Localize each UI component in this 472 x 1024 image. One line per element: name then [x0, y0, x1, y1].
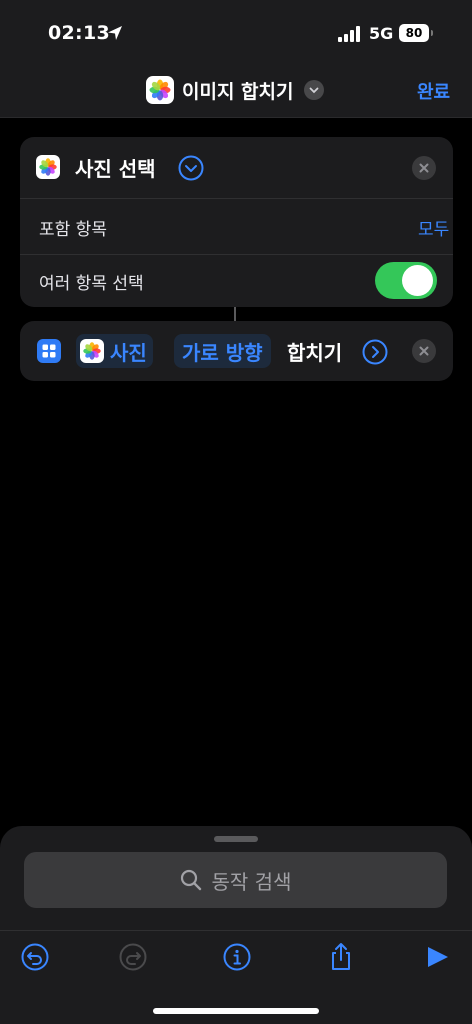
- redo-icon[interactable]: [118, 942, 148, 972]
- battery-tip: [431, 30, 433, 36]
- top-bar: 02:13 5G 80 이미지 합치기 완료: [0, 0, 472, 118]
- photos-parameter[interactable]: 사진: [76, 334, 153, 368]
- multi-select-row: 여러 항목 선택: [20, 255, 453, 307]
- battery-level: 80: [399, 24, 429, 42]
- grid-icon: [37, 339, 61, 363]
- photos-app-icon: [36, 155, 60, 179]
- combine-images-action: 사진 가로 방향 합치기: [20, 321, 453, 381]
- signal-icon: [338, 26, 360, 42]
- select-photos-header[interactable]: 사진 선택: [20, 137, 453, 198]
- include-value[interactable]: 모두: [418, 215, 449, 240]
- network-type: 5G: [369, 24, 394, 43]
- chevron-right-icon[interactable]: [362, 339, 388, 365]
- include-label: 포함 항목: [39, 220, 107, 240]
- search-placeholder: 동작 검색: [211, 869, 292, 894]
- select-photos-title: 사진 선택: [75, 157, 156, 181]
- divider: [0, 930, 472, 931]
- status-bar: 02:13 5G 80: [0, 20, 472, 50]
- navigation-bar: 이미지 합치기 완료: [0, 74, 472, 108]
- sheet-grabber[interactable]: [214, 836, 258, 842]
- home-indicator: [153, 1008, 319, 1014]
- multi-select-label: 여러 항목 선택: [39, 274, 144, 294]
- status-time: 02:13: [48, 22, 110, 44]
- action-search-sheet: 동작 검색: [0, 826, 472, 1024]
- toggle-knob: [402, 265, 433, 296]
- share-icon[interactable]: [326, 942, 356, 972]
- select-photos-action: 사진 선택 포함 항목 모두 여러 항목 선택: [20, 137, 453, 307]
- search-icon: [180, 869, 201, 891]
- chevron-down-icon[interactable]: [178, 155, 204, 181]
- done-button[interactable]: 완료: [417, 78, 450, 104]
- action-connector: [234, 307, 236, 321]
- search-input[interactable]: 동작 검색: [24, 852, 447, 908]
- info-icon[interactable]: [222, 942, 252, 972]
- photos-app-icon: [146, 76, 174, 104]
- close-icon[interactable]: [412, 156, 436, 180]
- direction-parameter[interactable]: 가로 방향: [174, 334, 271, 368]
- close-icon[interactable]: [412, 339, 436, 363]
- photos-app-icon: [80, 339, 104, 363]
- multi-select-toggle[interactable]: [375, 262, 437, 299]
- location-arrow-icon: [108, 26, 122, 40]
- shortcut-title: 이미지 합치기: [182, 80, 294, 103]
- play-icon[interactable]: [422, 942, 452, 972]
- photos-parameter-label: 사진: [110, 340, 147, 365]
- undo-icon[interactable]: [20, 942, 50, 972]
- include-row[interactable]: 포함 항목 모두: [20, 199, 453, 254]
- shortcut-title-menu[interactable]: 이미지 합치기: [146, 74, 324, 106]
- chevron-down-icon: [303, 80, 324, 100]
- combine-action-label: 합치기: [287, 341, 343, 365]
